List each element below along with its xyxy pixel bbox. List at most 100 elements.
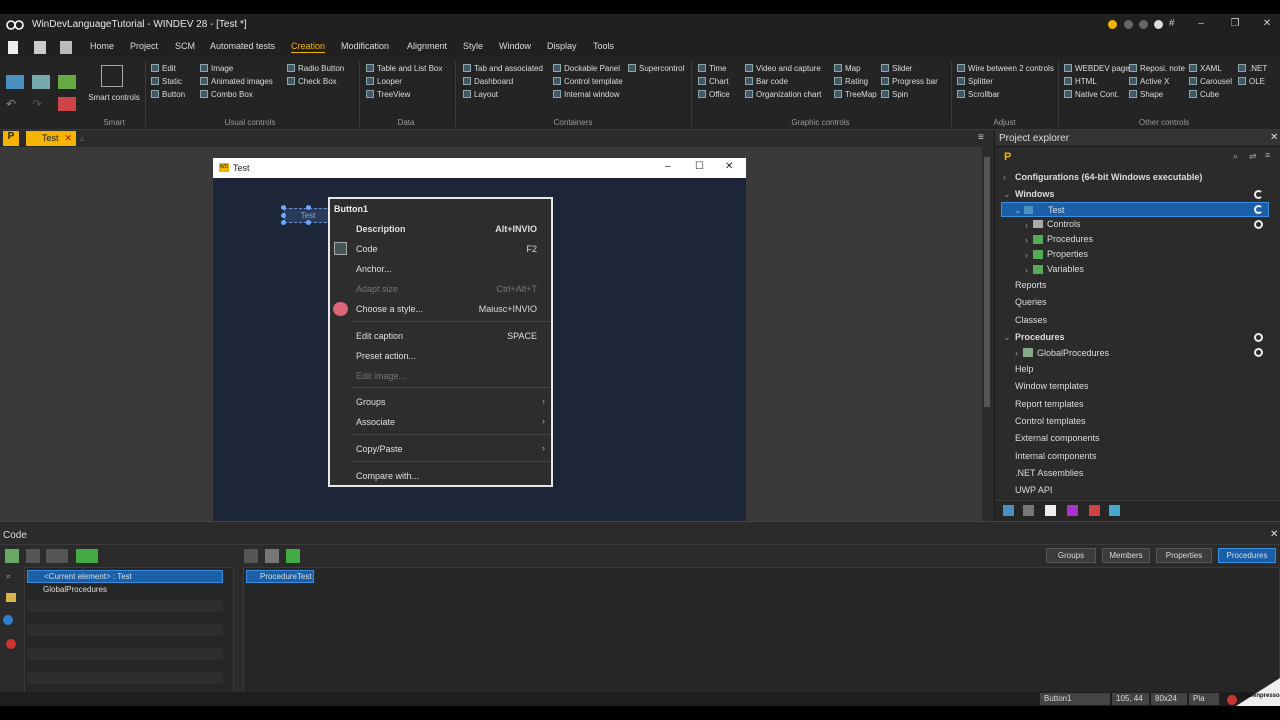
ribbon-active-x[interactable]: Active X	[1129, 75, 1185, 88]
tab-test[interactable]: Test ✕	[26, 131, 76, 146]
search-icon[interactable]: ⌕	[6, 571, 11, 582]
resize-handle[interactable]	[281, 213, 286, 218]
explorer-net-assemblies[interactable]: .NET Assemblies	[1015, 468, 1083, 478]
open-icon[interactable]	[34, 41, 46, 54]
explorer-properties[interactable]: Properties	[1047, 249, 1088, 259]
code-tool-icon[interactable]	[26, 549, 40, 563]
resize-handle[interactable]	[306, 205, 311, 210]
close-tab-icon[interactable]: ✕	[64, 133, 72, 144]
menu-window[interactable]: Window	[499, 41, 531, 51]
minimize-button[interactable]: –	[1184, 18, 1218, 29]
menu-tools[interactable]: Tools	[593, 41, 614, 51]
ribbon-slider[interactable]: Slider	[881, 62, 938, 75]
ribbon-dotnet[interactable]: .NET	[1238, 62, 1267, 75]
ribbon-check-box[interactable]: Check Box	[287, 75, 344, 88]
ribbon-map[interactable]: Map	[834, 62, 877, 75]
ribbon-internal-window[interactable]: Internal window	[553, 88, 623, 101]
image-icon[interactable]	[32, 75, 50, 89]
smart-controls-button[interactable]: Smart controls	[86, 91, 142, 104]
explorer-windows[interactable]: Windows	[1015, 189, 1054, 199]
explorer-control-templates[interactable]: Control templates	[1015, 416, 1086, 426]
wnd-minimize-button[interactable]: –	[665, 161, 671, 172]
error-icon[interactable]	[6, 639, 16, 649]
code-element-current[interactable]: <Current element> : Test	[27, 570, 223, 583]
ribbon-video-capture[interactable]: Video and capture	[745, 62, 821, 75]
code-panel-close-icon[interactable]: ✕	[1270, 529, 1278, 540]
ribbon-native-cont[interactable]: Native Cont.	[1064, 88, 1130, 101]
explorer-tool-icon[interactable]	[1067, 505, 1078, 516]
explorer-configurations[interactable]: Configurations (64-bit Windows executabl…	[1015, 172, 1202, 182]
ribbon-dockable-panel[interactable]: Dockable Panel	[553, 62, 623, 75]
members-button[interactable]: Members	[1102, 548, 1150, 563]
ribbon-progress-bar[interactable]: Progress bar	[881, 75, 938, 88]
maximize-button[interactable]: ❐	[1218, 18, 1252, 29]
resize-handle[interactable]	[281, 220, 286, 225]
ribbon-layout[interactable]: Layout	[463, 88, 543, 101]
tools-icon[interactable]	[58, 97, 76, 111]
explorer-tool-icon[interactable]	[1045, 505, 1056, 516]
wnd-maximize-button[interactable]: ☐	[695, 161, 704, 172]
ribbon-carousel[interactable]: Carousel	[1189, 75, 1232, 88]
explorer-item-test-selected[interactable]: ⌄ Test	[1001, 202, 1269, 217]
menu-display[interactable]: Display	[547, 41, 577, 51]
ribbon-image[interactable]: Image	[200, 62, 273, 75]
settings-icon[interactable]	[1154, 20, 1163, 29]
ribbon-tab[interactable]: Tab and associated	[463, 62, 543, 75]
groups-button[interactable]: Groups	[1046, 548, 1096, 563]
ribbon-bar-code[interactable]: Bar code	[745, 75, 821, 88]
menu-code[interactable]: Code F2	[330, 239, 551, 259]
ribbon-spin[interactable]: Spin	[881, 88, 938, 101]
close-button[interactable]: ✕	[1250, 18, 1280, 29]
ribbon-button[interactable]: Button	[151, 88, 185, 101]
code-tool-icon[interactable]	[265, 549, 279, 563]
explorer-uwp-api[interactable]: UWP API	[1015, 485, 1052, 495]
code-tool-icon[interactable]	[286, 549, 300, 563]
explorer-variables[interactable]: Variables	[1047, 264, 1084, 274]
ribbon-control-template[interactable]: Control template	[553, 75, 623, 88]
explorer-tool-icon[interactable]	[1089, 505, 1100, 516]
explorer-report-templates[interactable]: Report templates	[1015, 399, 1084, 409]
procedure-test-item[interactable]: ProcedureTest	[246, 570, 314, 583]
gear-icon[interactable]	[6, 75, 24, 89]
help-icon[interactable]	[1124, 20, 1133, 29]
ribbon-combo-box[interactable]: Combo Box	[200, 88, 273, 101]
smart-controls-icon[interactable]	[101, 65, 123, 87]
ribbon-office[interactable]: Office	[698, 88, 730, 101]
menu-style[interactable]: Style	[463, 41, 483, 51]
new-icon[interactable]	[8, 41, 18, 54]
explorer-reports[interactable]: Reports	[1015, 280, 1047, 290]
green-icon[interactable]	[58, 75, 76, 89]
explorer-window-templates[interactable]: Window templates	[1015, 381, 1089, 391]
folder-icon[interactable]	[6, 593, 16, 602]
grid-icon[interactable]: #	[1169, 18, 1175, 29]
ribbon-xaml[interactable]: XAML	[1189, 62, 1232, 75]
search-icon[interactable]: ⌕	[1233, 151, 1238, 162]
ribbon-organization-chart[interactable]: Organization chart	[745, 88, 821, 101]
ribbon-edit[interactable]: Edit	[151, 62, 185, 75]
menu-scm[interactable]: SCM	[175, 41, 195, 51]
explorer-procedures-local[interactable]: Procedures	[1047, 234, 1093, 244]
resize-handle[interactable]	[281, 205, 286, 210]
explorer-tool-icon[interactable]	[1003, 505, 1014, 516]
menu-groups[interactable]: Groups ›	[330, 392, 551, 412]
save-icon[interactable]	[60, 41, 72, 54]
menu-compare-with[interactable]: Compare with...	[330, 466, 551, 486]
explorer-procedures[interactable]: Procedures	[1015, 332, 1065, 342]
ribbon-chart[interactable]: Chart	[698, 75, 730, 88]
ribbon-ole[interactable]: OLE	[1238, 75, 1267, 88]
menu-alignment[interactable]: Alignment	[407, 41, 447, 51]
explorer-queries[interactable]: Queries	[1015, 297, 1047, 307]
code-tool-icon[interactable]	[244, 549, 258, 563]
wnd-close-button[interactable]: ✕	[725, 161, 733, 172]
redo-icon[interactable]: ↷	[32, 97, 42, 111]
resize-handle[interactable]	[306, 220, 311, 225]
ribbon-html[interactable]: HTML	[1064, 75, 1130, 88]
code-tool-icon[interactable]	[5, 549, 19, 563]
code-element-global[interactable]: GlobalProcedures	[27, 584, 223, 597]
menu-creation[interactable]: Creation	[291, 41, 326, 53]
notification-icon[interactable]	[1108, 20, 1117, 29]
menu-home[interactable]: Home	[90, 41, 114, 51]
ribbon-rating[interactable]: Rating	[834, 75, 877, 88]
menu-choose-style[interactable]: Choose a style... Maiusc+INVIO	[330, 299, 551, 319]
explorer-tool-icon[interactable]	[1109, 505, 1120, 516]
